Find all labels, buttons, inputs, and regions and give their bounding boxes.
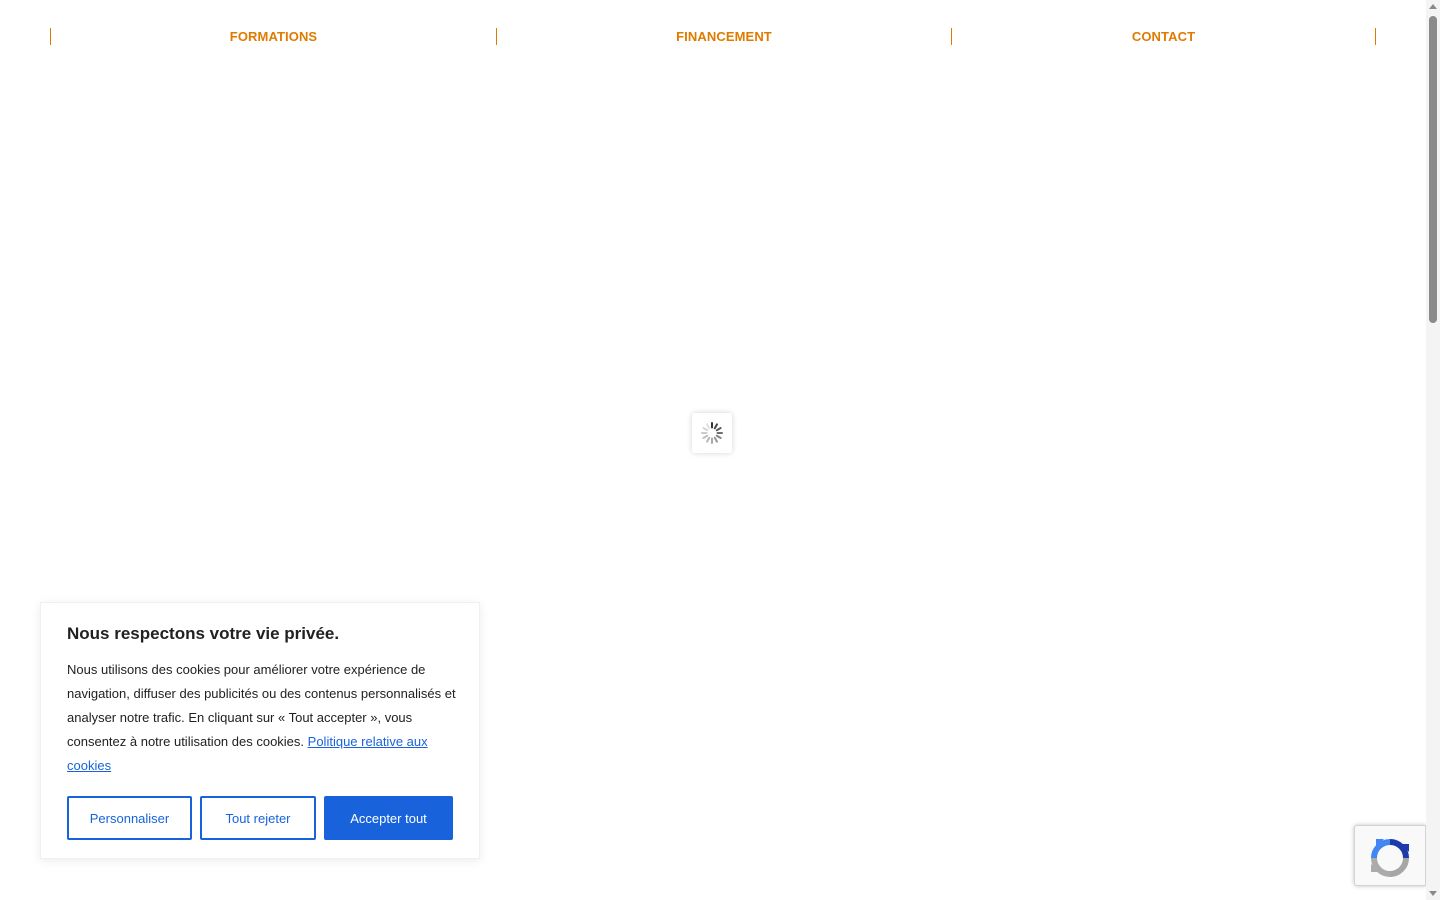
page: FORMATIONS FINANCEMENT CONTACT Nous resp… <box>0 0 1440 900</box>
reject-all-button[interactable]: Tout rejeter <box>200 796 316 840</box>
customize-button[interactable]: Personnaliser <box>67 796 192 840</box>
nav-item-contact[interactable]: CONTACT <box>952 28 1375 45</box>
nav-item-financement[interactable]: FINANCEMENT <box>497 28 951 45</box>
accept-all-button[interactable]: Accepter tout <box>324 796 453 840</box>
cookie-banner-text: Nous utilisons des cookies pour améliore… <box>67 658 457 778</box>
nav-separator <box>1375 28 1376 45</box>
nav-item-formations[interactable]: FORMATIONS <box>51 28 496 45</box>
loading-indicator <box>692 413 732 453</box>
top-navigation: FORMATIONS FINANCEMENT CONTACT <box>0 0 1426 72</box>
recaptcha-badge[interactable] <box>1354 825 1426 886</box>
vertical-scrollbar[interactable] <box>1426 0 1440 900</box>
scroll-up-arrow-icon[interactable] <box>1429 4 1437 9</box>
cookie-consent-banner: Nous respectons votre vie privée. Nous u… <box>40 602 480 859</box>
cookie-banner-title: Nous respectons votre vie privée. <box>67 624 340 643</box>
scroll-down-arrow-icon[interactable] <box>1429 891 1437 896</box>
scrollbar-thumb[interactable] <box>1429 16 1437 323</box>
spinner-icon <box>701 422 723 444</box>
recaptcha-icon <box>1371 839 1409 877</box>
